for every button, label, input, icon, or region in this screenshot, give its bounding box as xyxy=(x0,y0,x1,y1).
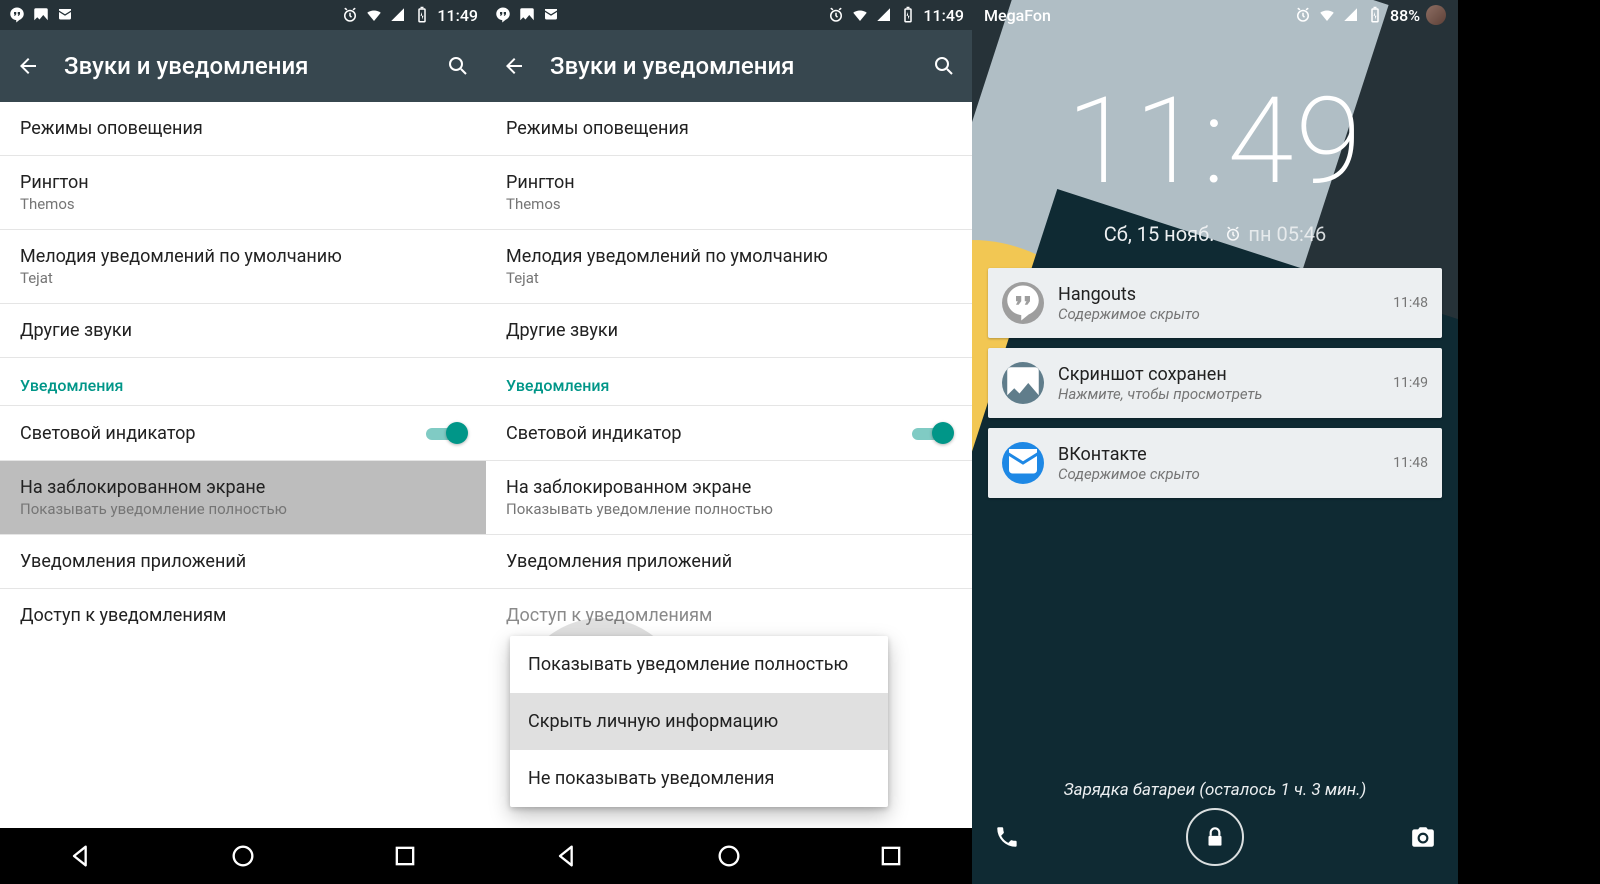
notification-stack: Hangouts Содержимое скрыто 11:48 Скриншо… xyxy=(988,268,1442,498)
status-time: 11:49 xyxy=(923,6,964,25)
image-icon xyxy=(518,6,536,24)
section-notifications: Уведомления xyxy=(0,358,486,405)
menu-option-dont-show[interactable]: Не показывать уведомления xyxy=(510,750,888,807)
notification-card[interactable]: Скриншот сохранен Нажмите, чтобы просмот… xyxy=(988,348,1442,418)
carrier-label: MegaFon xyxy=(984,6,1051,25)
item-other-sounds[interactable]: Другие звуки xyxy=(0,304,486,358)
item-led[interactable]: Световой индикатор xyxy=(0,405,486,461)
lock-date-line: Сб, 15 нояб. пн 05:46 xyxy=(972,222,1458,246)
item-on-lockscreen[interactable]: На заблокированном экране Показывать уве… xyxy=(486,461,972,535)
led-switch[interactable] xyxy=(912,422,952,444)
app-bar: Звуки и уведомления xyxy=(0,30,486,102)
notification-title: ВКонтакте xyxy=(1058,444,1379,465)
mail-icon xyxy=(56,6,74,24)
image-icon xyxy=(32,6,50,24)
notification-time: 11:49 xyxy=(1393,375,1428,391)
menu-option-hide-sensitive[interactable]: Скрыть личную информацию xyxy=(510,693,888,750)
lock-date: Сб, 15 нояб. xyxy=(1104,222,1215,246)
notification-card[interactable]: Hangouts Содержимое скрыто 11:48 xyxy=(988,268,1442,338)
alarm-icon xyxy=(1294,6,1312,24)
camera-icon[interactable] xyxy=(1410,824,1436,850)
hangouts-icon xyxy=(1002,282,1044,324)
notification-card[interactable]: ВКонтакте Содержимое скрыто 11:48 xyxy=(988,428,1442,498)
settings-list: Режимы оповещения РингтонThemos Мелодия … xyxy=(486,102,972,828)
battery-percent: 88% xyxy=(1390,6,1420,25)
wifi-icon xyxy=(851,6,869,24)
section-notifications: Уведомления xyxy=(486,358,972,405)
item-led[interactable]: Световой индикатор xyxy=(486,405,972,461)
back-arrow-icon[interactable] xyxy=(16,54,40,78)
avatar-icon[interactable] xyxy=(1426,5,1446,25)
image-icon xyxy=(1002,362,1044,404)
app-bar: Звуки и уведомления xyxy=(486,30,972,102)
item-alert-modes[interactable]: Режимы оповещения xyxy=(0,102,486,156)
mail-icon xyxy=(1002,442,1044,484)
item-alert-modes[interactable]: Режимы оповещения xyxy=(486,102,972,156)
notification-title: Скриншот сохранен xyxy=(1058,364,1379,385)
notification-subtitle: Содержимое скрыто xyxy=(1058,465,1379,483)
item-other-sounds[interactable]: Другие звуки xyxy=(486,304,972,358)
nav-recents-icon[interactable] xyxy=(877,842,905,870)
signal-icon xyxy=(389,6,407,24)
unlock-icon[interactable] xyxy=(1186,808,1244,866)
lockscreen-popup-menu: Показывать уведомление полностью Скрыть … xyxy=(510,636,888,807)
item-on-lockscreen[interactable]: На заблокированном экране Показывать уве… xyxy=(0,461,486,535)
item-ringtone[interactable]: РингтонThemos xyxy=(486,156,972,230)
alarm-icon xyxy=(1224,225,1242,243)
hangouts-icon xyxy=(494,6,512,24)
hangouts-icon xyxy=(8,6,26,24)
wifi-icon xyxy=(1318,6,1336,24)
item-notification-sound[interactable]: Мелодия уведомлений по умолчаниюTejat xyxy=(486,230,972,304)
screen-c-lockscreen: MegaFon 88% 11:49 Сб, 15 нояб. пн 05:46 xyxy=(972,0,1458,884)
search-icon[interactable] xyxy=(446,54,470,78)
settings-list: Режимы оповещения РингтонThemos Мелодия … xyxy=(0,102,486,828)
nav-bar xyxy=(486,828,972,884)
back-arrow-icon[interactable] xyxy=(502,54,526,78)
search-icon[interactable] xyxy=(932,54,956,78)
nav-bar xyxy=(0,828,486,884)
notification-time: 11:48 xyxy=(1393,295,1428,311)
lock-content: 11:49 Сб, 15 нояб. пн 05:46 Hangouts Сод… xyxy=(972,0,1458,884)
battery-charging-icon xyxy=(899,6,917,24)
appbar-title: Звуки и уведомления xyxy=(64,52,422,80)
mail-icon xyxy=(542,6,560,24)
led-switch[interactable] xyxy=(426,422,466,444)
nav-home-icon[interactable] xyxy=(229,842,257,870)
item-notification-sound[interactable]: Мелодия уведомлений по умолчаниюTejat xyxy=(0,230,486,304)
item-ringtone[interactable]: РингтонThemos xyxy=(0,156,486,230)
signal-icon xyxy=(875,6,893,24)
status-bar: 11:49 xyxy=(0,0,486,30)
status-time: 11:49 xyxy=(437,6,478,25)
notification-subtitle: Содержимое скрыто xyxy=(1058,305,1379,323)
lock-bottom-bar xyxy=(972,808,1458,866)
alarm-icon xyxy=(341,6,359,24)
phone-icon[interactable] xyxy=(994,824,1020,850)
signal-icon xyxy=(1342,6,1360,24)
item-app-notifications[interactable]: Уведомления приложений xyxy=(0,535,486,589)
menu-option-show-all[interactable]: Показывать уведомление полностью xyxy=(510,636,888,693)
screen-b-settings-menu: 11:49 Звуки и уведомления Режимы оповеще… xyxy=(486,0,972,884)
nav-back-icon[interactable] xyxy=(67,842,95,870)
notification-title: Hangouts xyxy=(1058,284,1379,305)
charging-status: Зарядка батареи (осталось 1 ч. 3 мин.) xyxy=(972,780,1458,800)
wifi-icon xyxy=(365,6,383,24)
nav-home-icon[interactable] xyxy=(715,842,743,870)
screen-a-settings: 11:49 Звуки и уведомления Режимы оповеще… xyxy=(0,0,486,884)
lock-clock: 11:49 xyxy=(972,72,1458,212)
nav-recents-icon[interactable] xyxy=(391,842,419,870)
battery-charging-icon xyxy=(1366,6,1384,24)
nav-back-icon[interactable] xyxy=(553,842,581,870)
item-app-notifications[interactable]: Уведомления приложений xyxy=(486,535,972,589)
item-notification-access[interactable]: Доступ к уведомлениям xyxy=(0,589,486,642)
notification-subtitle: Нажмите, чтобы просмотреть xyxy=(1058,385,1379,403)
battery-charging-icon xyxy=(413,6,431,24)
status-bar: MegaFon 88% xyxy=(972,0,1458,30)
notification-time: 11:48 xyxy=(1393,455,1428,471)
status-bar: 11:49 xyxy=(486,0,972,30)
alarm-icon xyxy=(827,6,845,24)
lock-alarm: пн 05:46 xyxy=(1248,222,1326,246)
appbar-title: Звуки и уведомления xyxy=(550,52,908,80)
